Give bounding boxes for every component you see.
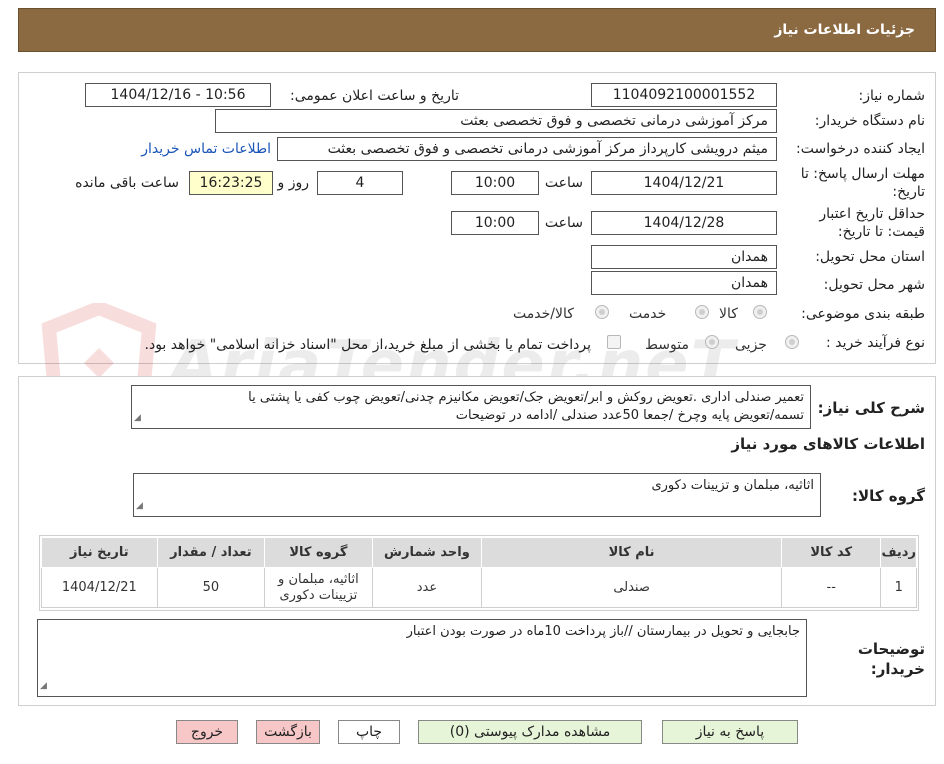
cell-row: 1 bbox=[880, 567, 917, 608]
buyer-notes-textarea[interactable]: جابجایی و تحویل در بیمارستان //باز پرداخ… bbox=[37, 619, 807, 697]
buyer-org-label: نام دستگاه خریدار: bbox=[814, 113, 925, 129]
col-header-row: ردیف bbox=[880, 537, 917, 568]
col-header-date: تاریخ نیاز bbox=[41, 537, 158, 568]
col-header-group: گروه کالا bbox=[264, 537, 373, 568]
cell-group: اثاثیه، مبلمان و تزیینات دکوری bbox=[264, 567, 373, 608]
need-details-panel: شرح کلی نیاز: تعمیر صندلی اداری .تعویض ر… bbox=[18, 376, 936, 706]
page-title: جزئیات اطلاعات نیاز bbox=[774, 22, 915, 38]
goods-group-textarea[interactable]: اثاثیه، مبلمان و تزیینات دکوری ◢ bbox=[133, 473, 821, 517]
validity-time-label: ساعت bbox=[544, 215, 583, 231]
cell-code: -- bbox=[781, 567, 882, 608]
province-field: همدان bbox=[591, 245, 777, 269]
payment-note: پرداخت تمام یا بخشی از مبلغ خرید،از محل … bbox=[144, 337, 591, 353]
goods-group-value: اثاثیه، مبلمان و تزیینات دکوری bbox=[651, 478, 814, 493]
cell-date: 1404/12/21 bbox=[41, 567, 158, 608]
process-radio-minor[interactable] bbox=[785, 335, 799, 349]
items-table: تاریخ نیاز تعداد / مقدار گروه کالا واحد … bbox=[41, 537, 917, 608]
buyer-notes-value: جابجایی و تحویل در بیمارستان //باز پرداخ… bbox=[406, 624, 800, 639]
province-label: استان محل تحویل: bbox=[815, 249, 925, 265]
announce-label: تاریخ و ساعت اعلان عمومی: bbox=[290, 88, 459, 104]
table-header-row: تاریخ نیاز تعداد / مقدار گروه کالا واحد … bbox=[41, 537, 917, 568]
cell-name: صندلی bbox=[481, 567, 783, 608]
category-label: طبقه بندی موضوعی: bbox=[801, 306, 925, 322]
col-header-qty: تعداد / مقدار bbox=[156, 537, 266, 568]
resize-grip-icon: ◢ bbox=[40, 681, 47, 691]
deadline-label: مهلت ارسال پاسخ: تا تاریخ: bbox=[800, 166, 925, 200]
category-option-service: خدمت bbox=[629, 306, 667, 322]
summary-line-1: تعمیر صندلی اداری .تعویض روکش و ابر/تعوی… bbox=[248, 390, 804, 405]
col-header-code: کد کالا bbox=[781, 537, 882, 568]
page-header: جزئیات اطلاعات نیاز bbox=[18, 8, 936, 52]
print-button[interactable]: چاپ bbox=[338, 720, 400, 744]
process-label: نوع فرآیند خرید : bbox=[826, 335, 925, 351]
buyer-contact-link[interactable]: اطلاعات تماس خریدار bbox=[141, 141, 271, 157]
announce-field: 1404/12/16 - 10:56 bbox=[85, 83, 271, 107]
days-field: 4 bbox=[317, 171, 403, 195]
buyer-notes-label: توضیحات خریدار: bbox=[857, 640, 925, 678]
process-option-medium: متوسط bbox=[645, 337, 689, 353]
deadline-time-field: 10:00 bbox=[451, 171, 539, 195]
goods-info-title: اطلاعات کالاهای مورد نیاز bbox=[731, 435, 925, 453]
col-header-unit: واحد شمارش bbox=[371, 537, 483, 568]
deadline-date-field: 1404/12/21 bbox=[591, 171, 777, 195]
remaining-time-field: 16:23:25 bbox=[189, 171, 273, 195]
validity-date-field: 1404/12/28 bbox=[591, 211, 777, 235]
goods-group-label: گروه کالا: bbox=[852, 487, 925, 505]
process-option-minor: جزیی bbox=[735, 337, 767, 353]
buyer-org-field: مرکز آموزشی درمانی تخصصی و فوق تخصصی بعث… bbox=[215, 109, 777, 133]
table-row: 1404/12/21 50 اثاثیه، مبلمان و تزیینات د… bbox=[41, 567, 917, 608]
summary-line-2: تسمه/تعویض پایه وچرخ /جمعا 50عدد صندلی /… bbox=[455, 408, 804, 423]
requester-field: میثم درویشی کارپرداز مرکز آموزشی درمانی … bbox=[277, 137, 777, 161]
validity-label: حداقل تاریخ اعتبار قیمت: تا تاریخ: bbox=[819, 206, 925, 240]
category-radio-both[interactable] bbox=[595, 305, 609, 319]
category-radio-service[interactable] bbox=[695, 305, 709, 319]
validity-time-field: 10:00 bbox=[451, 211, 539, 235]
requester-label: ایجاد کننده درخواست: bbox=[796, 141, 925, 157]
resize-grip-icon: ◢ bbox=[136, 501, 143, 511]
days-label: روز و bbox=[277, 175, 310, 191]
need-info-panel: AriaTender.neT شماره نیاز: 1104092100001… bbox=[18, 72, 936, 436]
treasury-checkbox[interactable] bbox=[607, 335, 621, 349]
need-number-field: 1104092100001552 bbox=[591, 83, 777, 107]
back-button[interactable]: بازگشت bbox=[256, 720, 320, 744]
city-field: همدان bbox=[591, 271, 777, 295]
col-header-name: نام کالا bbox=[481, 537, 783, 568]
need-number-label: شماره نیاز: bbox=[858, 88, 926, 104]
city-label: شهر محل تحویل: bbox=[823, 277, 925, 293]
cell-unit: عدد bbox=[371, 567, 483, 608]
summary-label: شرح کلی نیاز: bbox=[817, 399, 925, 417]
category-option-goods: کالا bbox=[719, 306, 738, 322]
cell-qty: 50 bbox=[156, 567, 266, 608]
resize-grip-icon: ◢ bbox=[134, 413, 141, 423]
summary-textarea[interactable]: تعمیر صندلی اداری .تعویض روکش و ابر/تعوی… bbox=[131, 385, 811, 429]
process-radio-medium[interactable] bbox=[705, 335, 719, 349]
remaining-label: ساعت باقی مانده bbox=[75, 175, 179, 191]
deadline-time-label: ساعت bbox=[544, 175, 583, 191]
category-radio-goods[interactable] bbox=[753, 305, 767, 319]
reply-button[interactable]: پاسخ به نیاز bbox=[662, 720, 798, 744]
view-attachments-button[interactable]: مشاهده مدارک پیوستی (0) bbox=[418, 720, 642, 744]
exit-button[interactable]: خروج bbox=[176, 720, 238, 744]
category-option-both: کالا/خدمت bbox=[513, 306, 574, 322]
